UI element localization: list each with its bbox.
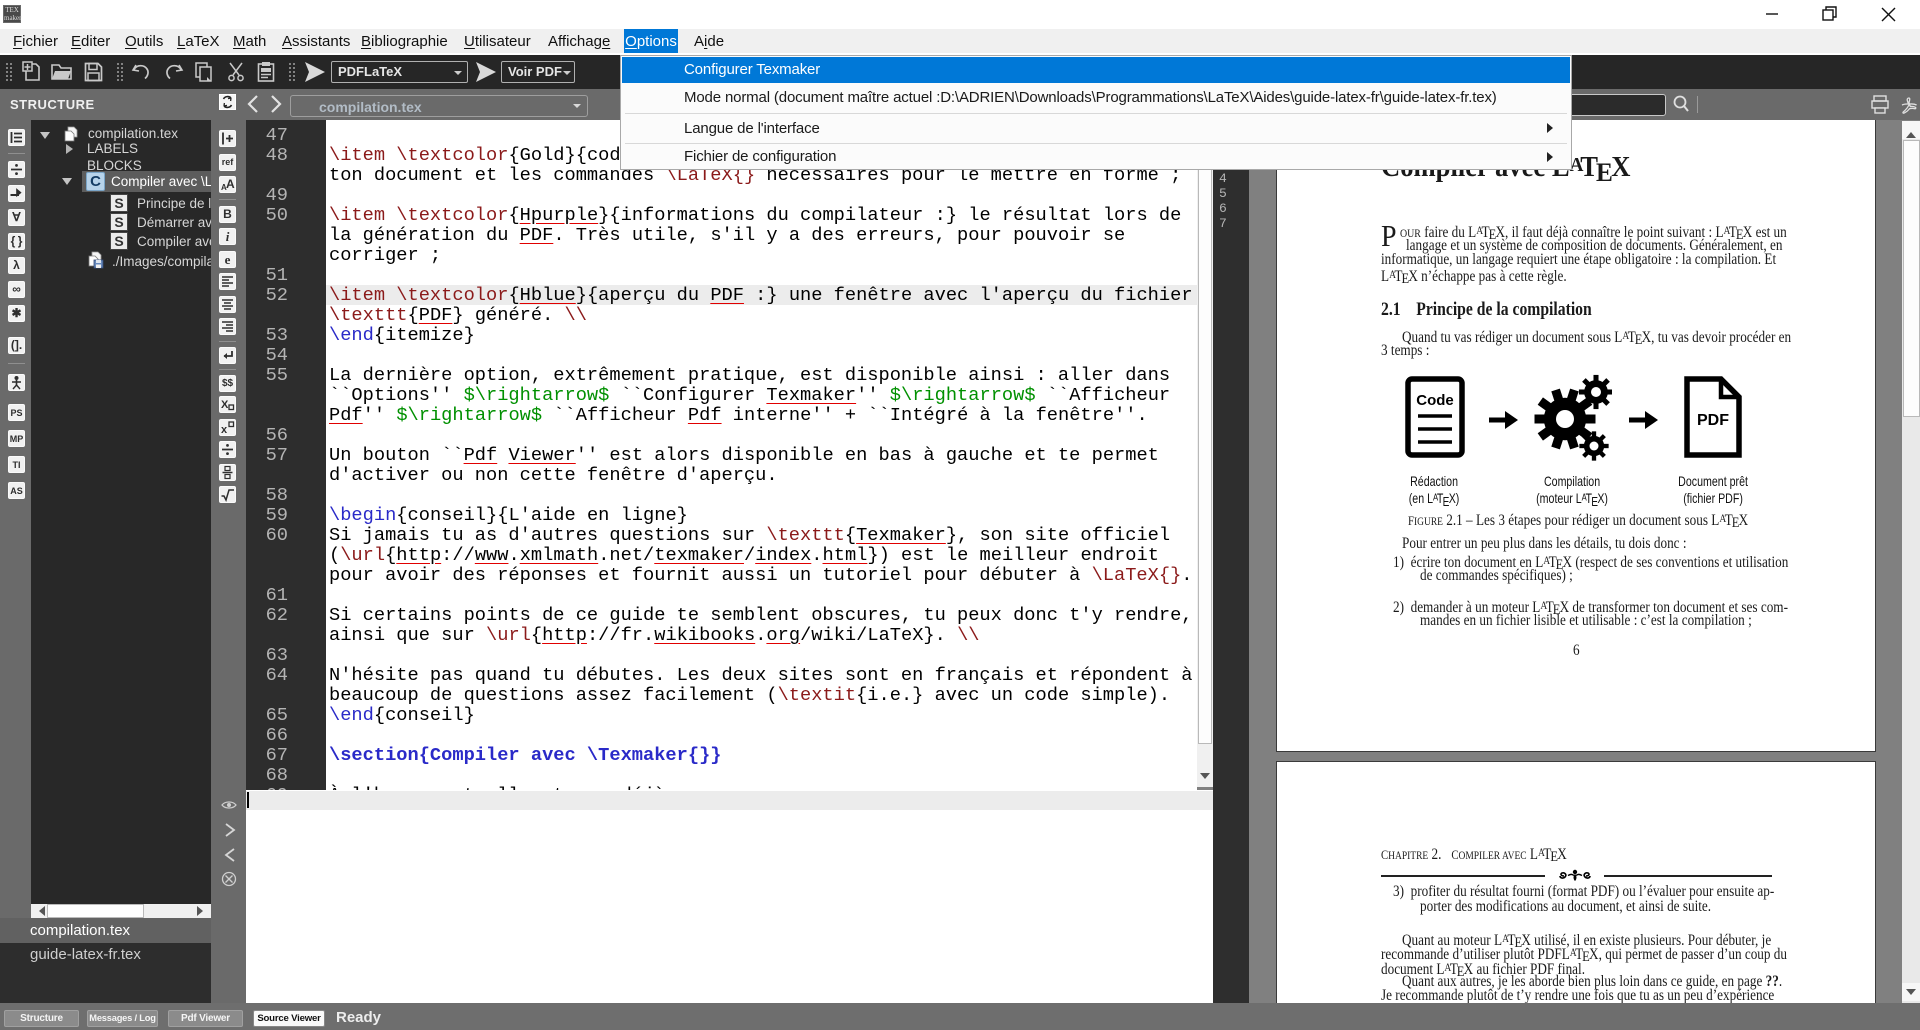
svg-text:PDF: PDF xyxy=(1697,412,1729,429)
svg-text:x: x xyxy=(221,424,228,435)
svg-text:A: A xyxy=(226,177,235,191)
svg-text:Code: Code xyxy=(1416,392,1454,409)
svg-text:X: X xyxy=(221,399,229,411)
